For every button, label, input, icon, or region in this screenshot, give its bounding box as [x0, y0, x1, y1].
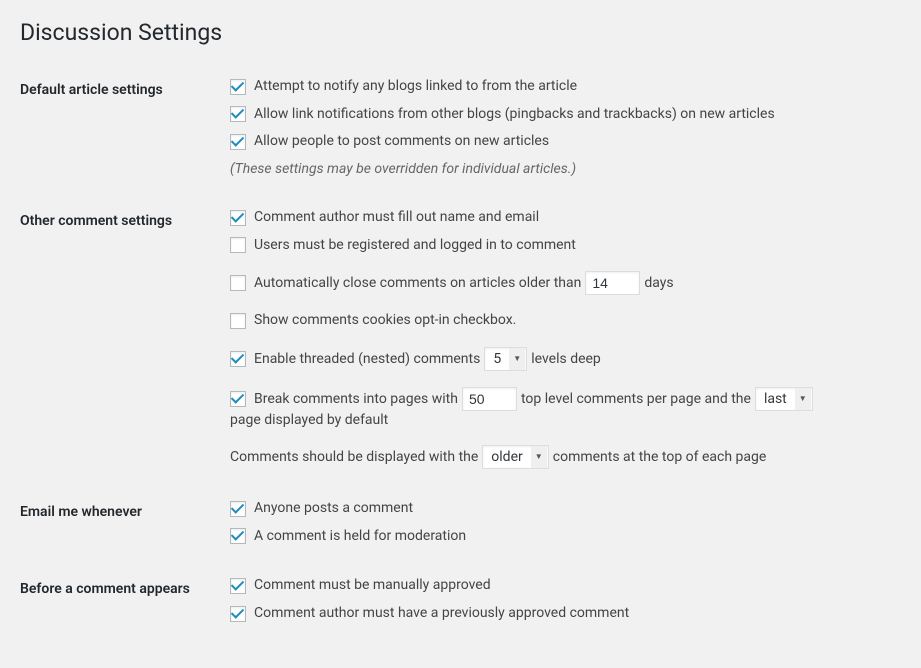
default-article-heading: Default article settings — [20, 62, 220, 193]
allow-pingbacks-checkbox[interactable] — [230, 106, 246, 122]
paginate-label-a: Break comments into pages with — [254, 390, 458, 408]
auto-close-label-after: days — [644, 274, 673, 292]
chevron-down-icon — [509, 348, 525, 370]
threaded-comments-checkbox[interactable] — [230, 351, 246, 367]
default-page-value: last — [764, 390, 793, 408]
email-held-moderation-label[interactable]: A comment is held for moderation — [254, 527, 466, 547]
auto-close-days-input[interactable] — [585, 271, 640, 295]
require-name-email-label[interactable]: Comment author must fill out name and em… — [254, 208, 539, 228]
cookies-optin-checkbox[interactable] — [230, 313, 246, 329]
threaded-levels-select[interactable]: 5 — [484, 347, 527, 371]
allow-pingbacks-label[interactable]: Allow link notifications from other blog… — [254, 105, 775, 125]
paginate-label-b: top level comments per page and the — [521, 390, 751, 408]
chevron-down-icon — [531, 446, 547, 468]
notify-blogs-checkbox[interactable] — [230, 79, 246, 95]
order-label-b: comments at the top of each page — [553, 448, 767, 466]
comment-order-select[interactable]: older — [482, 445, 548, 469]
paginate-label-c: page displayed by default — [230, 411, 388, 429]
threaded-levels-value: 5 — [493, 350, 507, 368]
order-label-a: Comments should be displayed with the — [230, 448, 478, 466]
email-anyone-posts-label[interactable]: Anyone posts a comment — [254, 499, 413, 519]
chevron-down-icon — [795, 388, 811, 410]
manual-approve-label[interactable]: Comment must be manually approved — [254, 576, 491, 596]
threaded-label-before: Enable threaded (nested) comments — [254, 350, 480, 368]
prev-approved-checkbox[interactable] — [230, 606, 246, 622]
page-title: Discussion Settings — [20, 10, 901, 50]
default-article-note: (These settings may be overridden for in… — [230, 160, 891, 178]
allow-comments-checkbox[interactable] — [230, 134, 246, 150]
threaded-label-after: levels deep — [531, 350, 601, 368]
prev-approved-label[interactable]: Comment author must have a previously ap… — [254, 604, 629, 624]
settings-table: Default article settings Attempt to noti… — [20, 62, 901, 638]
other-comment-heading: Other comment settings — [20, 193, 220, 484]
cookies-optin-label[interactable]: Show comments cookies opt-in checkbox. — [254, 311, 516, 331]
email-anyone-posts-checkbox[interactable] — [230, 501, 246, 517]
discussion-settings-page: Discussion Settings Default article sett… — [0, 0, 921, 668]
before-appears-heading: Before a comment appears — [20, 561, 220, 638]
email-held-moderation-checkbox[interactable] — [230, 528, 246, 544]
auto-close-label-before: Automatically close comments on articles… — [254, 274, 581, 292]
manual-approve-checkbox[interactable] — [230, 578, 246, 594]
email-me-heading: Email me whenever — [20, 484, 220, 561]
require-registration-label[interactable]: Users must be registered and logged in t… — [254, 236, 576, 256]
auto-close-checkbox[interactable] — [230, 275, 246, 291]
comments-per-page-input[interactable] — [462, 387, 517, 411]
comment-order-value: older — [491, 448, 528, 466]
require-name-email-checkbox[interactable] — [230, 210, 246, 226]
paginate-comments-checkbox[interactable] — [230, 391, 246, 407]
notify-blogs-label[interactable]: Attempt to notify any blogs linked to fr… — [254, 77, 577, 97]
allow-comments-label[interactable]: Allow people to post comments on new art… — [254, 132, 549, 152]
require-registration-checkbox[interactable] — [230, 237, 246, 253]
default-page-select[interactable]: last — [755, 387, 813, 411]
